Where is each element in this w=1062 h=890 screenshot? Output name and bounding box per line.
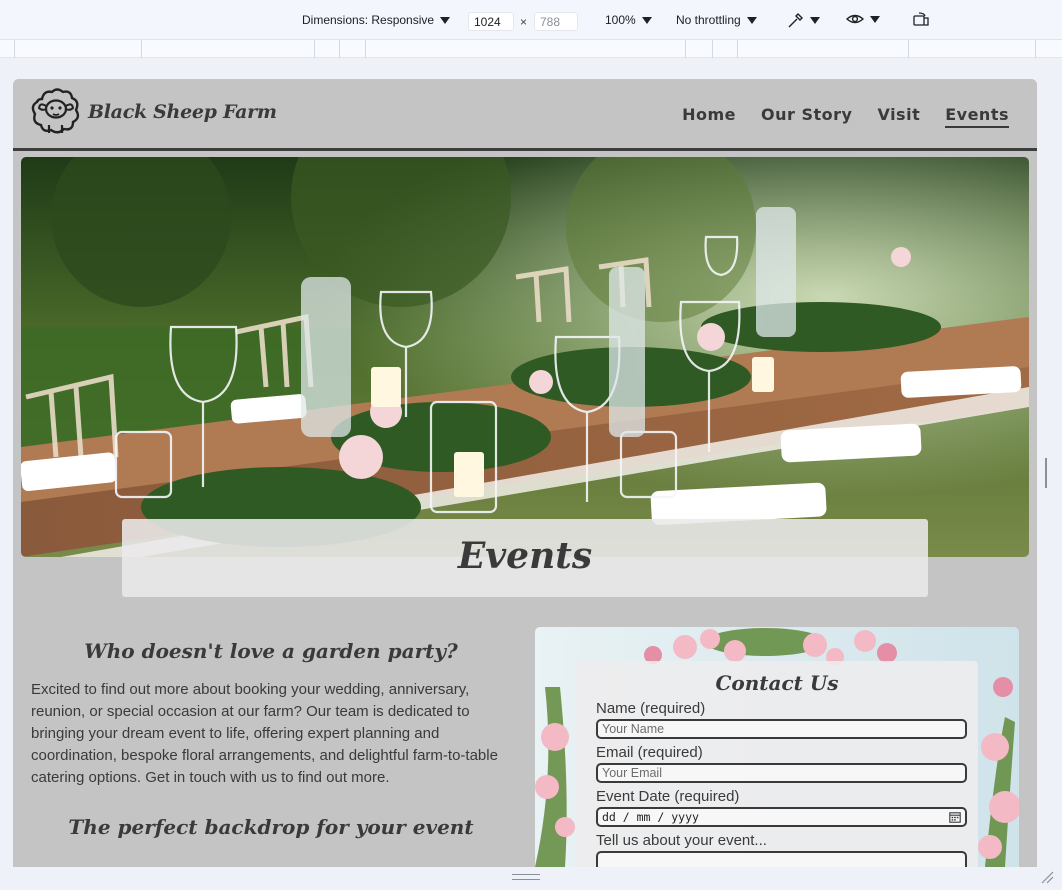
chevron-down-icon	[746, 16, 757, 24]
site-header: Black Sheep Farm Home Our Story Visit Ev…	[13, 79, 1037, 151]
chevron-down-icon	[870, 15, 880, 23]
form-title: Contact Us	[715, 671, 839, 695]
eyedropper-icon	[788, 13, 803, 28]
rotate-device-icon	[913, 12, 929, 26]
ruler-tick	[685, 40, 686, 58]
ruler-tick	[141, 40, 142, 58]
eye-icon	[846, 14, 864, 24]
dimensions-label: Dimensions: Responsive	[302, 13, 435, 27]
width-input[interactable]: 1024	[468, 12, 514, 31]
page-title: Events	[457, 535, 593, 577]
contact-section: Contact Us Name (required) Your Name Ema…	[535, 627, 1019, 867]
main-nav: Home Our Story Visit Events	[682, 105, 1009, 128]
intro-section: Who doesn't love a garden party? Excited…	[31, 639, 511, 839]
zoom-label: 100%	[605, 13, 636, 27]
ruler-tick	[712, 40, 713, 58]
message-label: Tell us about your event...	[596, 832, 767, 849]
sheep-icon	[31, 88, 80, 134]
chevron-down-icon	[440, 16, 451, 24]
date-placeholder: dd / mm / yyyy	[602, 810, 699, 824]
ruler-tick	[908, 40, 909, 58]
name-field[interactable]: Your Name	[596, 719, 967, 739]
nav-home[interactable]: Home	[682, 105, 736, 128]
message-textarea[interactable]	[596, 851, 967, 867]
resize-handle-bottom[interactable]	[512, 874, 540, 880]
email-placeholder: Your Email	[602, 766, 662, 780]
garden-table-photo	[21, 157, 1029, 557]
dimensions-dropdown[interactable]: Dimensions: Responsive	[302, 13, 451, 27]
name-label: Name (required)	[596, 700, 706, 717]
ruler-tick	[737, 40, 738, 58]
brand-name: Black Sheep Farm	[88, 101, 277, 123]
email-label: Email (required)	[596, 744, 703, 761]
resize-corner-icon[interactable]	[1040, 870, 1054, 884]
vision-dropdown[interactable]	[846, 12, 880, 26]
nav-visit[interactable]: Visit	[877, 105, 920, 128]
emulated-viewport: Black Sheep Farm Home Our Story Visit Ev…	[13, 79, 1037, 867]
eyedropper-dropdown[interactable]	[787, 12, 820, 29]
name-placeholder: Your Name	[602, 722, 665, 736]
devtools-toolbar: Dimensions: Responsive 1024 × 788 100% N…	[0, 0, 1062, 40]
throttling-dropdown[interactable]: No throttling	[676, 13, 757, 27]
event-date-field[interactable]: dd / mm / yyyy	[596, 807, 967, 827]
email-field[interactable]: Your Email	[596, 763, 967, 783]
ruler-tick	[314, 40, 315, 58]
resize-handle-right[interactable]	[1044, 458, 1050, 488]
date-label: Event Date (required)	[596, 788, 740, 805]
rotate-button[interactable]	[913, 12, 930, 27]
chevron-down-icon	[810, 17, 820, 24]
contact-form: Contact Us Name (required) Your Name Ema…	[576, 661, 978, 867]
throttling-label: No throttling	[676, 13, 741, 27]
backdrop-heading: The perfect backdrop for your event	[68, 815, 474, 839]
height-input[interactable]: 788	[534, 12, 578, 31]
brand-logo[interactable]: Black Sheep Farm	[28, 87, 277, 137]
ruler-tick	[1035, 40, 1036, 58]
garden-party-heading: Who doesn't love a garden party?	[84, 639, 458, 663]
chevron-down-icon	[641, 16, 652, 24]
media-query-ruler[interactable]	[0, 40, 1062, 58]
hero-image	[21, 157, 1029, 557]
nav-our-story[interactable]: Our Story	[761, 105, 852, 128]
dimension-separator: ×	[520, 15, 528, 29]
ruler-tick	[339, 40, 340, 58]
nav-events[interactable]: Events	[945, 105, 1009, 128]
ruler-tick	[14, 40, 15, 58]
ruler-tick	[365, 40, 366, 58]
intro-paragraph: Excited to find out more about booking y…	[31, 681, 498, 786]
calendar-icon[interactable]	[949, 811, 961, 823]
zoom-dropdown[interactable]: 100%	[605, 13, 652, 27]
hero-title-box: Events	[122, 519, 928, 597]
